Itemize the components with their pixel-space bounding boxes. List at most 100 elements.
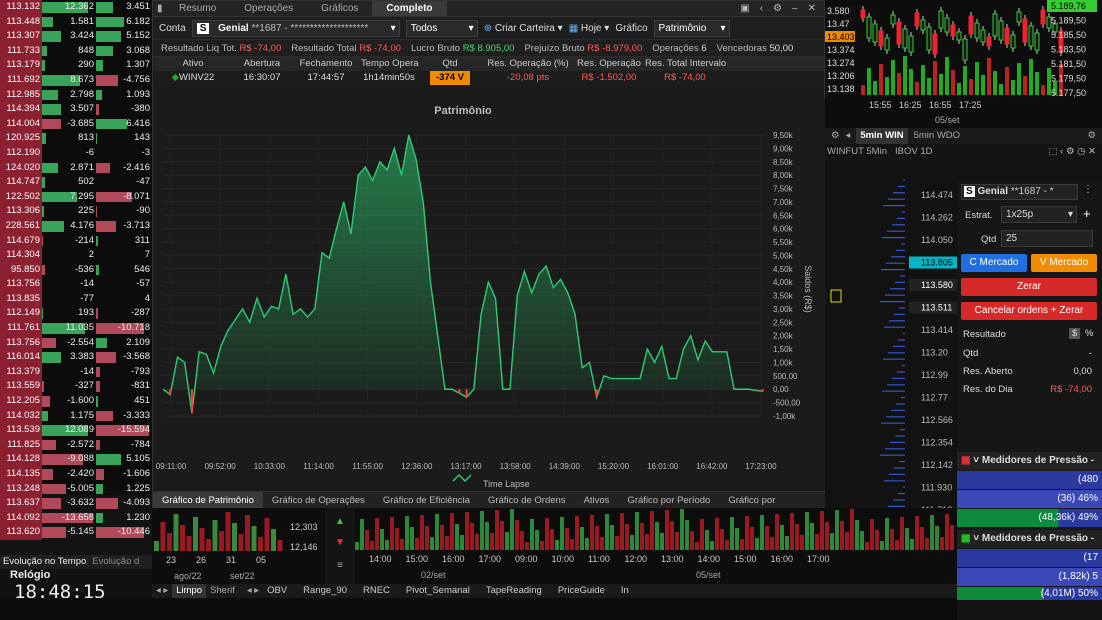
list-item[interactable]: 124.020 2.871 -2.416 (0, 160, 152, 176)
list-item[interactable]: 112.205 -1.600 451 (0, 394, 152, 409)
share-icon[interactable]: ‹ (760, 1, 763, 16)
chart-tab[interactable]: Gráfico de Ordens (479, 492, 575, 509)
menu-icon[interactable]: ≡ (325, 560, 355, 571)
tab-5min-win[interactable]: 5min WIN (856, 128, 908, 144)
tab-sherif[interactable]: Sherif (206, 584, 239, 598)
tab-winfut[interactable]: WINFUT 5Min (827, 144, 887, 160)
list-item[interactable]: 114.135 -2.420 -1.606 (0, 467, 152, 482)
list-item[interactable]: 114.679 -214 311 (0, 233, 152, 249)
column-header[interactable]: Ativo (153, 57, 233, 71)
chart-tab[interactable]: Gráfico de Operações (263, 492, 374, 509)
column-header[interactable]: Res. Operação (573, 57, 645, 71)
list-item[interactable]: 111.761 11.035 -10.718 (0, 321, 152, 336)
list-item[interactable]: 113.379 -14 -793 (0, 364, 152, 380)
tab-5min-wdo[interactable]: 5min WDO (914, 128, 960, 144)
list-item[interactable]: 113.448 1.581 6.182 (0, 14, 152, 30)
arrow-up-icon[interactable]: ▲ (325, 516, 355, 527)
table-row[interactable]: ◆ WINV22 16:30:07 17:44:57 1h14min50s -374 V… (153, 71, 824, 85)
column-header[interactable]: Tempo Opera (361, 57, 419, 71)
minimize-icon[interactable]: – (792, 1, 798, 16)
list-item[interactable]: 122.502 7.295 -8.071 (0, 189, 152, 205)
list-item[interactable]: 114.092 -13.658 1.230 (0, 510, 152, 526)
column-header[interactable]: Qtd (417, 57, 483, 71)
list-item[interactable]: 114.747 502 -47 (0, 175, 152, 190)
indicator-tab[interactable]: PriceGuide (558, 584, 605, 598)
time-label: 11:00 (588, 554, 610, 564)
period-select[interactable]: ▦ Hoje ▾ (569, 23, 610, 34)
tab-completo[interactable]: Completo (372, 1, 447, 16)
zerar-button[interactable]: Zerar (961, 278, 1097, 296)
list-item[interactable]: 113.132 12.362 3.451 (0, 0, 152, 15)
cancelar-zerar-button[interactable]: Cancelar ordens + Zerar (961, 302, 1097, 320)
list-item[interactable]: 113.539 12.089 -15.594 (0, 423, 152, 438)
indicator-tab[interactable]: Pivot_Semanal (406, 584, 470, 598)
chart-tab[interactable]: Gráfico de Patrimônio (153, 492, 263, 509)
column-header[interactable]: Fechamento (291, 57, 361, 71)
list-item[interactable]: 112.985 2.798 1.093 (0, 87, 152, 103)
list-item[interactable]: 114.394 3.507 -380 (0, 102, 152, 117)
chart-tab[interactable]: Gráfico por (719, 492, 784, 509)
list-item[interactable]: 114.304 2 7 (0, 248, 152, 263)
list-item[interactable]: 95.850 -536 546 (0, 262, 152, 278)
chart-tab[interactable]: Ativos (575, 492, 619, 509)
tab-graficos[interactable]: Gráficos (307, 1, 372, 16)
list-item[interactable]: 113.307 3.424 5.152 (0, 29, 152, 44)
camera-icon[interactable]: ▣ (740, 1, 749, 16)
list-item[interactable]: 112.190 -6 -3 (0, 145, 152, 161)
list-item[interactable]: 113.559 -327 -831 (0, 379, 152, 395)
pressure-header-2[interactable]: ▦ ˅ Medidores de Pressão - (957, 530, 1102, 548)
account-select[interactable]: S Genial **1687 - ******************** ▾ (191, 19, 400, 37)
column-header[interactable]: Res. Total Intervalo (645, 57, 726, 71)
estrat-select[interactable]: 1x25p ▾ (1001, 206, 1077, 223)
list-item[interactable]: 114.128 -9.088 5.105 (0, 452, 152, 467)
chart-tab[interactable]: Gráfico por Período (618, 492, 719, 509)
tab-limpo[interactable]: Limpo (172, 584, 207, 598)
list-item[interactable]: 113.248 -5.005 1.225 (0, 481, 152, 497)
pressure-header-1[interactable]: ▦ ˅ Medidores de Pressão - (957, 452, 1102, 470)
tab-operacoes[interactable]: Operações (230, 1, 307, 16)
filter-select[interactable]: Todos ▾ (405, 19, 478, 37)
list-item[interactable]: 112.149 193 -287 (0, 306, 152, 322)
list-item[interactable]: 113.756 -2.554 2.109 (0, 335, 152, 351)
column-header[interactable]: Abertura (233, 57, 291, 71)
boleta-account-select[interactable]: S Genial **1687 - * (961, 184, 1078, 200)
c-mercado-button[interactable]: C Mercado (961, 254, 1027, 272)
gear-icon[interactable]: ⚙ (773, 1, 782, 16)
percent-toggle[interactable]: % (1085, 328, 1093, 339)
list-item[interactable]: 113.179 290 1.307 (0, 58, 152, 73)
list-item[interactable]: 114.004 -3.685 6.416 (0, 116, 152, 132)
criar-carteira-button[interactable]: ⊕ Criar Carteira ▾ (484, 23, 563, 34)
close-icon[interactable]: ✕ (808, 1, 816, 16)
list-item[interactable]: 113.835 -77 4 (0, 291, 152, 307)
list-item[interactable]: 113.756 -14 -57 (0, 277, 152, 292)
list-item[interactable]: 113.306 225 -90 (0, 204, 152, 219)
indicator-tab[interactable]: Range_90 (303, 584, 347, 598)
grafico-select[interactable]: Patrimônio ▾ (653, 19, 730, 37)
column-header[interactable]: Res. Operação (%) (483, 57, 573, 71)
chart-tab[interactable]: Gráfico de Eficiência (374, 492, 479, 509)
arrow-down-icon[interactable]: ▼ (325, 537, 355, 548)
tab-ibov[interactable]: IBOV 1D (895, 144, 933, 160)
more-icon[interactable]: ⋮ (1083, 184, 1093, 195)
add-icon[interactable]: + (1083, 206, 1091, 221)
currency-toggle[interactable]: $ (1069, 328, 1081, 339)
indicator-tab[interactable]: TapeReading (486, 584, 542, 598)
ticker-volume: 3.383 (42, 350, 96, 365)
tab-evolucao-2[interactable]: Evolução d (89, 555, 142, 569)
list-item[interactable]: 120.925 813 143 (0, 131, 152, 146)
indicator-tab[interactable]: In (621, 584, 629, 598)
v-mercado-button[interactable]: V Mercado (1031, 254, 1097, 272)
indicator-tab[interactable]: OBV (267, 584, 287, 598)
qtd-input[interactable]: 25 (1001, 230, 1093, 247)
list-item[interactable]: 228.561 4.176 -3.713 (0, 218, 152, 234)
tab-evolucao[interactable]: Evolução no Tempo (0, 555, 89, 569)
list-item[interactable]: 111.733 848 3.068 (0, 43, 152, 59)
list-item[interactable]: 113.620 -5.145 -10.446 (0, 525, 152, 540)
list-item[interactable]: 111.825 -2.572 -784 (0, 437, 152, 453)
list-item[interactable]: 111.692 8.673 -4.756 (0, 72, 152, 88)
tab-resumo[interactable]: Resumo (165, 1, 230, 16)
list-item[interactable]: 114.032 1.175 -3.333 (0, 408, 152, 424)
list-item[interactable]: 113.637 -3.632 -4.093 (0, 496, 152, 511)
indicator-tab[interactable]: RNEC (363, 584, 390, 598)
list-item[interactable]: 116.014 3.383 -3.568 (0, 350, 152, 365)
